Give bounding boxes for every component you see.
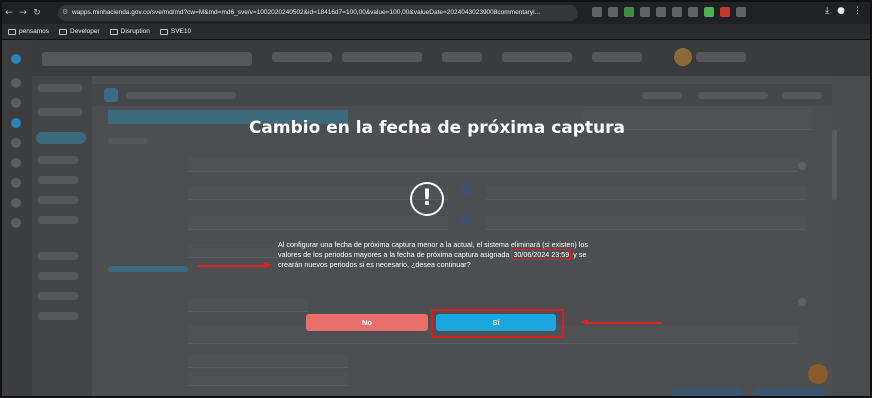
extensions-bar <box>592 7 746 17</box>
user-name <box>696 52 746 62</box>
rail-icon <box>11 118 21 128</box>
modal-title: Cambio en la fecha de próxima captura <box>248 118 626 138</box>
forward-icon[interactable]: → <box>16 8 30 18</box>
annotation-arrow <box>198 265 264 267</box>
user-avatar <box>674 48 692 66</box>
annotation-arrow <box>588 322 662 324</box>
extension-icon[interactable] <box>640 7 650 17</box>
sub-item <box>38 196 78 204</box>
app-header <box>2 40 870 76</box>
app-search <box>42 52 252 66</box>
header-tab <box>592 52 642 62</box>
left-rail <box>2 40 32 396</box>
rail-icon <box>11 138 21 148</box>
bookmark-pensamos[interactable]: pensamos <box>8 28 49 35</box>
bg-dot <box>798 298 806 306</box>
folder-icon <box>109 28 118 35</box>
bg-field <box>188 354 348 368</box>
no-button[interactable]: No <box>306 314 428 331</box>
breadcrumb-action <box>698 92 768 99</box>
rail-icon <box>11 158 21 168</box>
sub-item <box>38 312 78 320</box>
extension-icon[interactable] <box>736 7 746 17</box>
floating-add-button <box>808 364 828 384</box>
breadcrumb-action <box>642 92 682 99</box>
yes-button[interactable]: Sí <box>436 314 556 331</box>
rail-icon <box>11 78 21 88</box>
sub-item <box>38 252 78 260</box>
menu-icon[interactable]: ⋮ <box>853 6 862 16</box>
sub-item <box>38 176 78 184</box>
bg-action-button <box>754 388 824 396</box>
breadcrumb <box>126 92 236 99</box>
sub-item <box>38 84 82 92</box>
rail-icon <box>11 198 21 208</box>
rail-icon <box>11 98 21 108</box>
breadcrumb-action <box>782 92 822 99</box>
bg-label <box>108 138 148 144</box>
bg-field <box>188 372 348 386</box>
sub-item <box>38 272 78 280</box>
profile-icon[interactable]: ● <box>837 6 845 16</box>
extension-icon[interactable] <box>624 7 634 17</box>
extension-icon[interactable] <box>688 7 698 17</box>
scrollbar <box>832 130 837 200</box>
sub-item <box>38 216 78 224</box>
header-tab <box>502 52 572 62</box>
rail-icon <box>11 178 21 188</box>
bookmarks-bar: pensamos Developer Disruption SVE10 <box>2 24 870 40</box>
folder-icon <box>8 28 16 35</box>
reload-icon[interactable]: ↻ <box>30 8 44 18</box>
bg-label <box>108 266 188 272</box>
extension-icon[interactable] <box>704 7 714 17</box>
header-tab <box>442 52 482 62</box>
back-button <box>104 88 118 102</box>
header-tab <box>342 52 422 62</box>
sub-item <box>38 108 82 116</box>
annotation-arrowhead <box>580 319 588 325</box>
highlighted-date: 30/06/2024 23:59 <box>511 248 572 260</box>
screenshot-frame: ← → ↻ ⚙ wapps.minhacienda.gov.co/sve/md/… <box>0 0 872 398</box>
browser-actions: ⤓ ● ⋮ <box>825 6 862 16</box>
site-info-icon[interactable]: ⚙ <box>62 5 68 21</box>
bg-dot <box>798 162 806 170</box>
extension-icon[interactable] <box>608 7 618 17</box>
download-icon[interactable]: ⤓ <box>825 6 829 16</box>
sub-navigation <box>32 76 92 396</box>
bookmark-sve10[interactable]: SVE10 <box>159 28 191 35</box>
rail-icon <box>11 218 21 228</box>
address-bar[interactable]: ⚙ wapps.minhacienda.gov.co/sve/md/md?cw=… <box>58 5 578 21</box>
extension-icon[interactable] <box>720 7 730 17</box>
sub-item <box>38 292 78 300</box>
folder-icon <box>159 28 168 35</box>
extension-icon[interactable] <box>592 7 602 17</box>
back-icon[interactable]: ← <box>2 8 16 18</box>
extension-icon[interactable] <box>672 7 682 17</box>
browser-toolbar: ← → ↻ ⚙ wapps.minhacienda.gov.co/sve/md/… <box>2 2 870 24</box>
folder-icon <box>59 28 67 35</box>
bg-action-button <box>672 388 742 396</box>
rail-icon <box>11 54 21 64</box>
url-text: wapps.minhacienda.gov.co/sve/md/md?cw=M&… <box>72 9 541 16</box>
sub-item-active <box>36 132 86 144</box>
breadcrumb-bar <box>92 84 832 106</box>
warning-icon: ! <box>410 182 444 216</box>
bookmark-developer[interactable]: Developer <box>59 28 100 35</box>
extension-icon[interactable] <box>656 7 666 17</box>
bookmark-disruption[interactable]: Disruption <box>109 28 150 35</box>
sub-item <box>38 156 78 164</box>
modal-message: Al configurar una fecha de próxima captu… <box>278 240 588 269</box>
annotation-arrowhead <box>264 262 272 268</box>
header-tab <box>272 52 332 62</box>
